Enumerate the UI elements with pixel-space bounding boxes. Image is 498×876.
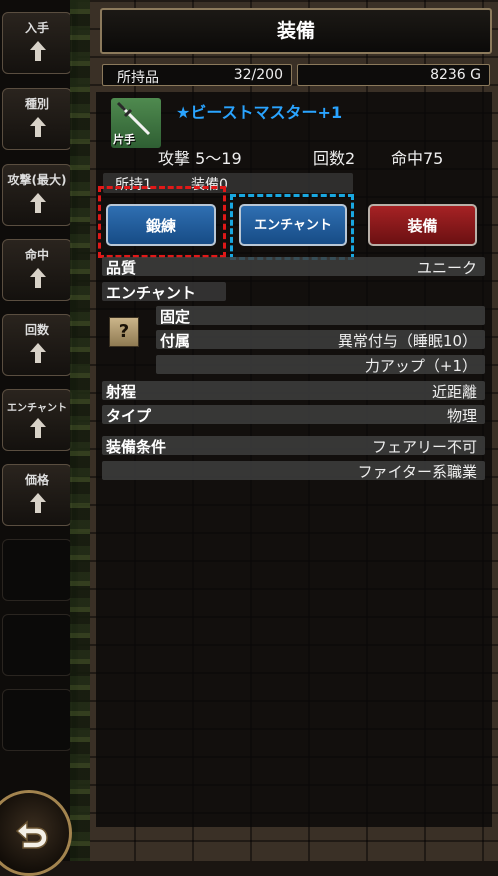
inventory-count: 32/200	[233, 67, 283, 83]
sort-button-accuracy[interactable]: 命中	[2, 239, 72, 301]
range-label: 射程	[106, 383, 137, 401]
up-arrow-icon	[29, 492, 47, 514]
requirement-row: 装備条件 フェアリー不可	[102, 436, 485, 456]
attached-row: 付属 異常付与（睡眠10）	[156, 330, 485, 350]
up-arrow-icon	[29, 40, 47, 62]
sort-label: 回数	[24, 323, 49, 337]
range-row: 射程 近距離	[102, 381, 485, 401]
requirement-value: フェアリー不可	[371, 438, 477, 456]
attached-value: 力アップ（+1）	[364, 357, 477, 375]
range-value: 近距離	[431, 383, 477, 401]
requirement-row-2: ファイター系職業	[102, 461, 485, 481]
type-row: タイプ 物理	[102, 405, 485, 425]
sort-label: エンチャント	[7, 403, 67, 414]
empty-slot	[2, 614, 72, 676]
hand-type-label: 片手	[113, 133, 135, 146]
item-icon: 片手	[111, 98, 161, 148]
sort-button-acquired[interactable]: 入手	[2, 12, 72, 74]
sort-button-enchant[interactable]: エンチャント	[2, 389, 72, 451]
empty-slot	[2, 689, 72, 751]
enchant-unknown-slot[interactable]: ?	[109, 317, 139, 347]
type-value: 物理	[446, 407, 477, 425]
up-arrow-icon	[29, 116, 47, 138]
enchant-section-row: エンチャント	[102, 282, 226, 302]
quality-row: 品質 ユニーク	[102, 257, 485, 277]
sort-label: 価格	[24, 473, 49, 487]
page-title: 装備	[276, 20, 315, 42]
ivy-decoration	[70, 0, 90, 861]
sort-button-category[interactable]: 種別	[2, 88, 72, 150]
fixed-row: 固定	[156, 306, 485, 326]
item-name: ★ビーストマスター+1	[176, 103, 343, 122]
sort-label: 入手	[24, 21, 49, 35]
sort-label: 攻撃(最大)	[7, 173, 67, 187]
attack-stat: 攻撃 5～19	[158, 149, 242, 168]
requirement-label: 装備条件	[106, 438, 167, 456]
inventory-label: 所持品	[117, 70, 159, 86]
attached-label: 付属	[160, 332, 191, 350]
empty-slot	[2, 539, 72, 601]
sort-label: 種別	[24, 97, 49, 111]
enchant-section-label: エンチャント	[106, 284, 196, 302]
attached-value: 異常付与（睡眠10）	[337, 332, 477, 350]
enchant-highlight-frame	[230, 194, 354, 260]
forge-highlight-frame	[98, 186, 226, 258]
up-arrow-icon	[29, 342, 47, 364]
fixed-label: 固定	[160, 308, 191, 326]
up-arrow-icon	[29, 267, 47, 289]
quality-label: 品質	[106, 259, 137, 277]
equip-button[interactable]: 装備	[368, 204, 477, 246]
requirement-value: ファイター系職業	[357, 463, 477, 481]
attached-row-2: 力アップ（+1）	[156, 355, 485, 375]
sort-button-hits[interactable]: 回数	[2, 314, 72, 376]
return-arrow-icon	[15, 820, 48, 849]
sort-sidebar: 入手 種別 攻撃(最大) 命中 回数 エンチャント 価格	[0, 0, 76, 861]
up-arrow-icon	[29, 192, 47, 214]
sort-button-attack-max[interactable]: 攻撃(最大)	[2, 164, 72, 226]
quality-value: ユニーク	[416, 259, 477, 277]
accuracy-stat: 命中75	[391, 149, 444, 168]
gold-box: 8236 G	[297, 64, 490, 86]
title-bar: 装備	[100, 8, 492, 54]
hits-stat: 回数2	[313, 149, 356, 168]
type-label: タイプ	[106, 407, 152, 425]
sort-button-price[interactable]: 価格	[2, 464, 72, 526]
gold-amount: 8236 G	[430, 67, 481, 83]
up-arrow-icon	[29, 417, 47, 439]
sort-label: 命中	[24, 248, 49, 262]
inventory-count-box: 所持品 32/200	[102, 64, 292, 86]
